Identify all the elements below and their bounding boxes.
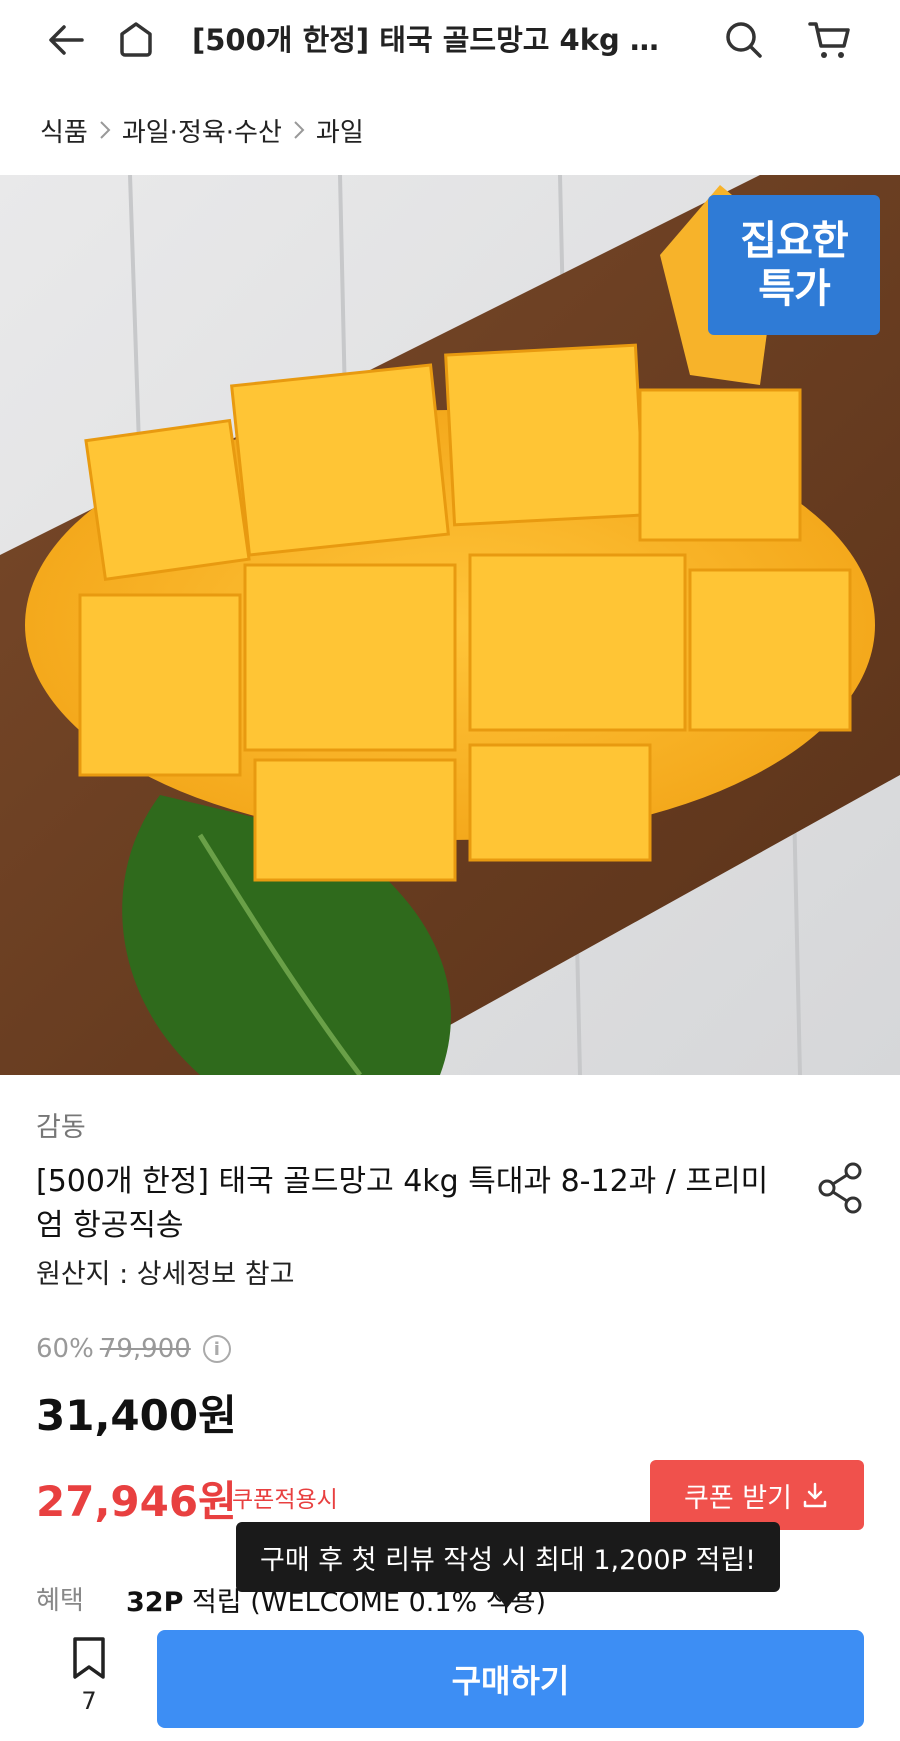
breadcrumb-item-fruit-meat-seafood[interactable]: 과일·정육·수산 bbox=[122, 112, 282, 149]
share-icon bbox=[818, 1162, 862, 1214]
tooltip-arrow bbox=[494, 1592, 520, 1608]
coupon-price: 27,946원 bbox=[36, 1477, 237, 1526]
share-button[interactable] bbox=[812, 1160, 868, 1216]
cart-button[interactable] bbox=[800, 10, 860, 70]
top-app-bar: [500개 한정] 태국 골드망고 4kg 특대과 8-12과 / 프리미엄 항… bbox=[0, 0, 900, 80]
chevron-right-icon bbox=[286, 119, 312, 141]
chevron-right-icon bbox=[92, 119, 118, 141]
origin-info: 원산지 : 상세정보 참고 bbox=[36, 1259, 295, 1290]
back-button[interactable] bbox=[36, 10, 96, 70]
arrow-left-icon bbox=[49, 25, 84, 55]
bookmark-button[interactable]: 7 bbox=[60, 1635, 118, 1731]
breadcrumb-item-food[interactable]: 식품 bbox=[40, 112, 88, 149]
search-icon bbox=[726, 22, 762, 58]
bookmark-icon bbox=[73, 1637, 105, 1679]
download-icon bbox=[803, 1482, 827, 1508]
header-title: [500개 한정] 태국 골드망고 4kg 특대과 8-12과 / 프리미엄 항… bbox=[192, 23, 682, 57]
badge-line2: 특가 bbox=[758, 266, 831, 312]
special-deal-badge: 집요한 특가 bbox=[708, 195, 880, 335]
coupon-note: 쿠폰적용시 bbox=[232, 1487, 338, 1513]
home-button[interactable] bbox=[106, 10, 166, 70]
get-coupon-button[interactable]: 쿠폰 받기 bbox=[650, 1460, 864, 1530]
search-button[interactable] bbox=[714, 10, 774, 70]
original-price: 79,900 bbox=[99, 1334, 191, 1364]
home-icon bbox=[120, 22, 152, 57]
badge-line1: 집요한 bbox=[740, 218, 848, 264]
cart-icon bbox=[808, 22, 850, 58]
get-coupon-label: 쿠폰 받기 bbox=[684, 1482, 792, 1514]
discount-rate: 60% bbox=[36, 1334, 94, 1364]
bookmark-count: 7 bbox=[81, 1687, 97, 1715]
benefit-label: 혜택 bbox=[36, 1586, 84, 1616]
breadcrumb-item-fruit[interactable]: 과일 bbox=[316, 112, 364, 149]
review-reward-tooltip: 구매 후 첫 리뷰 작성 시 최대 1,200P 적립! bbox=[236, 1522, 780, 1592]
buy-button[interactable]: 구매하기 bbox=[157, 1630, 864, 1728]
bottom-action-bar: 7 구매하기 bbox=[0, 1625, 900, 1741]
breadcrumb: 식품 과일·정육·수산 과일 bbox=[40, 108, 364, 152]
brand-name[interactable]: 감동 bbox=[36, 1105, 86, 1144]
info-icon[interactable]: i bbox=[202, 1335, 231, 1363]
product-image[interactable]: 집요한 특가 bbox=[0, 175, 900, 1075]
discount-row: 60% 79,900 i bbox=[36, 1334, 231, 1364]
sale-price: 31,400원 bbox=[36, 1391, 237, 1440]
product-title: [500개 한정] 태국 골드망고 4kg 특대과 8-12과 / 프리미엄 항… bbox=[36, 1164, 769, 1243]
benefit-points: 32P bbox=[126, 1587, 184, 1618]
